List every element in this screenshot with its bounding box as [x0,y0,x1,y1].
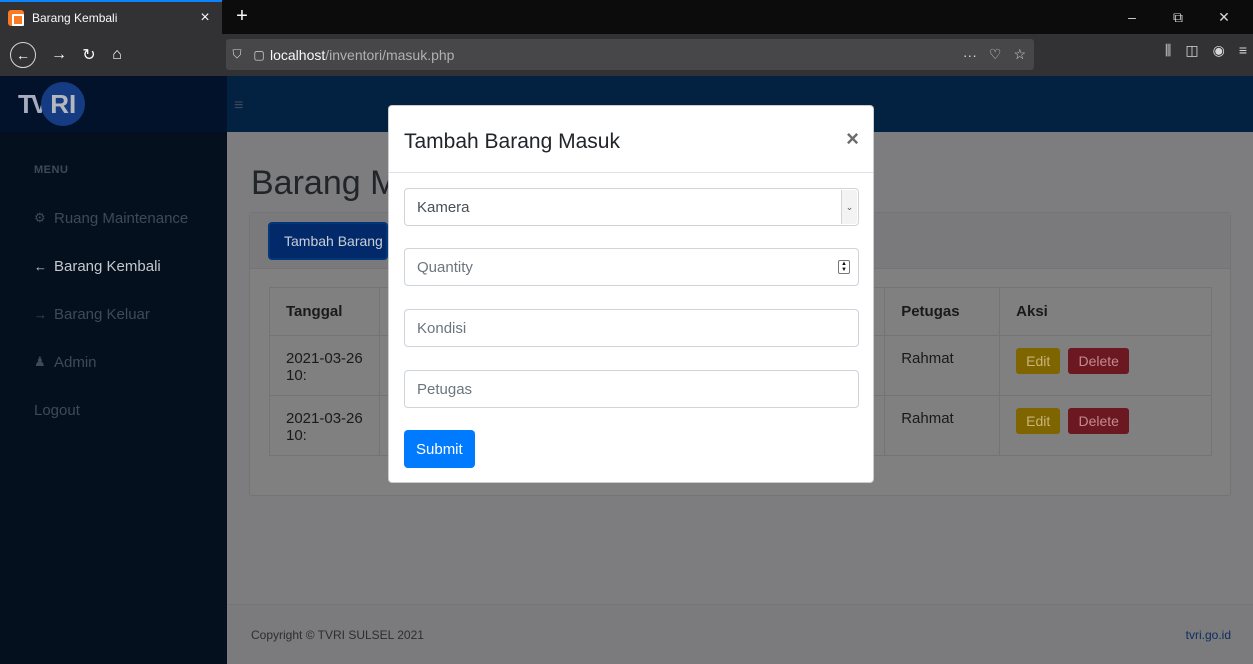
window-close-button[interactable]: ✕ [1201,0,1247,34]
modal-close-icon[interactable]: × [846,126,859,152]
browser-tab-bar: Barang Kembali × + – ⧉ ✕ [0,0,1253,34]
reload-icon[interactable]: ↻ [76,42,102,68]
sidebar-toggle-icon[interactable]: ◫ [1185,42,1198,59]
footer: Copyright © TVRI SULSEL 2021 tvri.go.id [227,604,1253,664]
cell-petugas: Rahmat [884,395,1001,456]
copyright-text: Copyright © TVRI SULSEL 2021 [251,628,424,642]
sidebar-item-label: Barang Keluar [54,305,150,323]
window-minimize-button[interactable]: – [1109,0,1155,34]
new-tab-button[interactable]: + [232,4,252,28]
xampp-favicon-icon [8,10,24,26]
item-select[interactable]: Kamera ⌄ [404,188,859,226]
cell-aksi: Edit Delete [999,335,1212,396]
cell-aksi: Edit Delete [999,395,1212,456]
petugas-placeholder: Petugas [417,380,473,398]
kondisi-input[interactable]: Kondisi [404,309,859,347]
column-header-tanggal: Tanggal [269,287,380,336]
arrow-right-icon: → [34,306,47,322]
sidebar-item-label: Ruang Maintenance [54,209,189,227]
sidebar-item-barang-keluar[interactable]: → Barang Keluar [0,290,227,338]
add-item-modal: Tambah Barang Masuk × Kamera ⌄ Quantity … [388,105,874,483]
modal-header: Tambah Barang Masuk × [389,106,873,173]
home-icon[interactable]: ⌂ [104,42,130,68]
user-icon: ♟ [34,354,46,369]
petugas-input[interactable]: Petugas [404,370,859,408]
brand[interactable]: TV RI [0,76,227,132]
cell-tanggal: 2021-03-26 10: [269,395,380,456]
sidebar-item-ruang-maintenance[interactable]: ⚙ Ruang Maintenance [0,194,227,242]
url-bar[interactable]: ⛉ ▢ localhost /inventori/masuk.php ··· ♡… [226,39,1034,70]
column-header-petugas: Petugas [884,287,1001,336]
add-item-button[interactable]: Tambah Barang Masuk [268,222,388,260]
sidebar: TV RI MENU ⚙ Ruang Maintenance ← Barang … [0,76,227,664]
kondisi-placeholder: Kondisi [417,319,467,337]
browser-tab[interactable]: Barang Kembali × [0,0,222,34]
forward-icon[interactable]: → [46,42,72,68]
menu-icon[interactable]: ≡ [1239,42,1247,59]
sidebar-item-admin[interactable]: ♟ Admin [0,338,227,386]
arrow-left-icon: ← [34,258,47,274]
tab-title: Barang Kembali [32,11,118,25]
bookmark-star-icon[interactable]: ☆ [1013,46,1026,63]
window-restore-button[interactable]: ⧉ [1155,0,1201,34]
chevron-down-icon: ⌄ [841,190,857,224]
modal-title: Tambah Barang Masuk [404,130,620,153]
sidebar-item-label: Barang Kembali [54,257,161,275]
sidebar-heading: MENU [34,164,69,176]
shield-icon[interactable]: ⛉ [226,47,248,62]
delete-button[interactable]: Delete [1068,408,1129,434]
number-spinner-icon[interactable]: ▲ ▼ [838,260,850,274]
tab-close-icon[interactable]: × [196,9,214,27]
page-icon: ▢ [253,47,265,62]
logo-ri: RI [41,82,86,126]
sidebar-item-barang-kembali[interactable]: ← Barang Kembali [0,242,227,290]
column-header-aksi: Aksi [999,287,1212,336]
hamburger-menu-icon[interactable]: ≡ [234,97,243,115]
sidebar-item-label: Logout [34,401,80,419]
back-icon[interactable]: ← [10,42,36,68]
delete-button[interactable]: Delete [1068,348,1129,374]
tvri-logo: TV RI [18,82,86,126]
browser-navigation-bar: ← → ↻ ⌂ ⛉ ▢ localhost /inventori/masuk.p… [0,34,1253,76]
cell-petugas: Rahmat [884,335,1001,396]
submit-button[interactable]: Submit [404,430,475,468]
edit-button[interactable]: Edit [1016,408,1061,434]
cell-tanggal: 2021-03-26 10: [269,335,380,396]
footer-site-link[interactable]: tvri.go.id [1186,628,1231,642]
account-icon[interactable]: ◉ [1213,42,1225,59]
url-path: /inventori/masuk.php [325,46,455,63]
quantity-input[interactable]: Quantity ▲ ▼ [404,248,859,286]
tachometer-icon: ⚙ [34,210,46,225]
library-icon[interactable]: ⫼ [1165,42,1171,59]
sidebar-item-logout[interactable]: Logout [0,386,227,434]
url-host: localhost [270,46,326,63]
sidebar-item-label: Admin [54,353,97,371]
page-actions-icon[interactable]: ··· [963,47,977,63]
edit-button[interactable]: Edit [1016,348,1061,374]
quantity-placeholder: Quantity [417,258,473,276]
pocket-icon[interactable]: ♡ [989,46,1002,63]
item-select-value: Kamera [417,198,470,216]
